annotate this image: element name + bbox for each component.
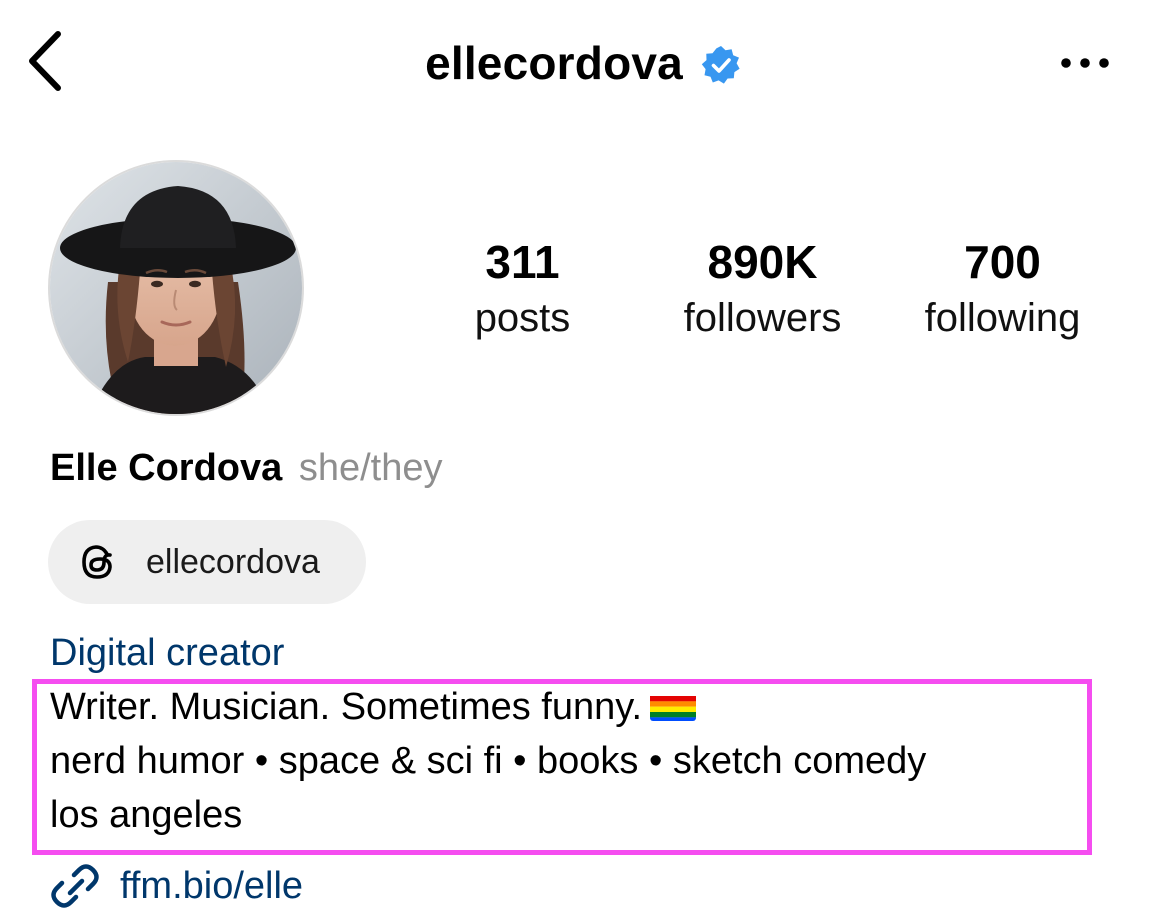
posts-value: 311: [485, 236, 560, 288]
link-icon: [51, 864, 99, 908]
following-value: 700: [964, 236, 1041, 288]
pronouns: she/they: [298, 447, 443, 489]
posts-count[interactable]: 311 posts: [440, 232, 605, 344]
full-name: Elle Cordova: [50, 447, 283, 489]
bio-line-3: los angeles: [50, 794, 243, 836]
posts-label: posts: [474, 296, 571, 340]
bio-line-2: nerd humor • space & sci fi • books • sk…: [50, 740, 927, 782]
more-horizontal-icon: [1061, 58, 1109, 68]
bio-line-1: Writer. Musician. Sometimes funny.: [50, 680, 697, 734]
profile-avatar[interactable]: [48, 160, 304, 416]
followers-count[interactable]: 890K followers: [660, 232, 865, 344]
name-row: Elle Cordova she/they: [50, 442, 443, 494]
top-bar: ellecordova: [0, 0, 1170, 125]
bio-link-text[interactable]: ffm.bio/elle: [120, 865, 303, 908]
threads-badge-button[interactable]: ellecordova: [48, 520, 366, 604]
username-heading: ellecordova: [425, 37, 683, 89]
verified-badge-icon: [701, 46, 740, 84]
bio-line-1-text: Writer. Musician. Sometimes funny.: [50, 686, 643, 728]
avatar-photo: [50, 162, 302, 414]
profile-title: ellecordova: [0, 30, 1170, 96]
profile-category: Digital creator: [50, 632, 285, 674]
following-label: following: [924, 296, 1081, 340]
bio-link[interactable]: ffm.bio/elle: [48, 858, 303, 914]
more-options-button[interactable]: [1055, 45, 1115, 81]
followers-label: followers: [683, 296, 842, 340]
threads-icon: [82, 545, 112, 579]
rainbow-flag-icon: [650, 689, 697, 721]
threads-handle: ellecordova: [146, 542, 320, 581]
followers-value: 890K: [707, 236, 818, 288]
following-count[interactable]: 700 following: [900, 232, 1105, 344]
